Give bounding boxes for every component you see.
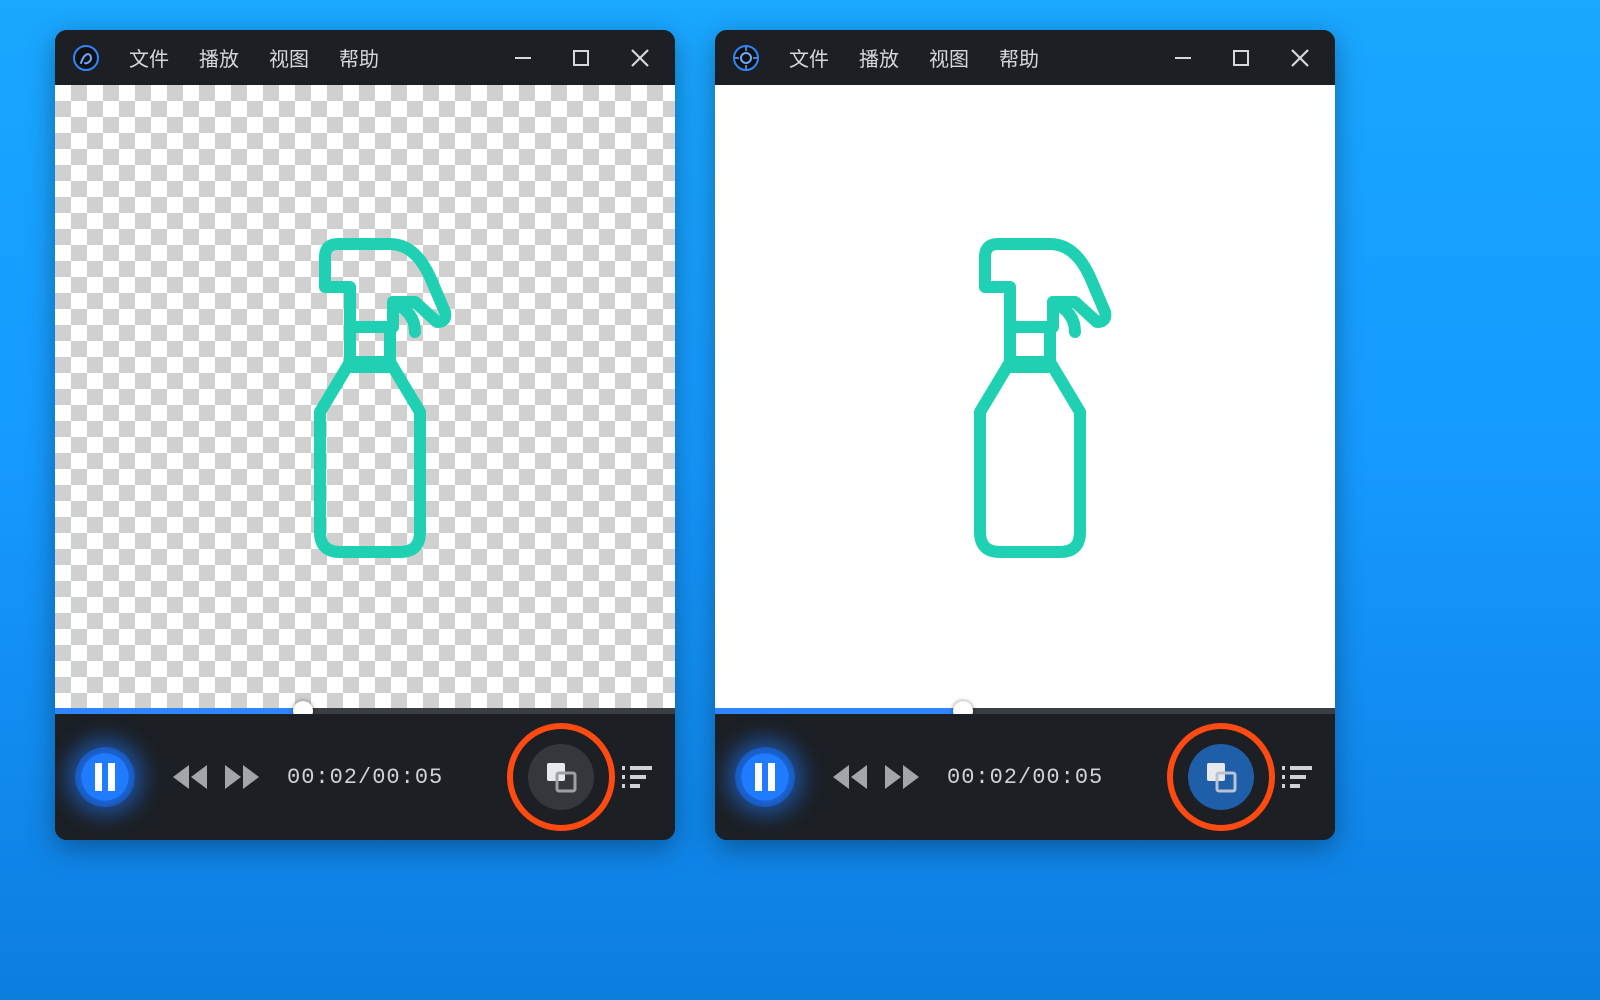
close-button[interactable] <box>1289 47 1311 69</box>
control-bar: 00:02/00:05 <box>55 714 675 840</box>
app-icon <box>733 45 759 71</box>
preview-canvas[interactable] <box>55 85 675 708</box>
close-button[interactable] <box>629 47 651 69</box>
player-window-left: 文件 播放 视图 帮助 <box>55 30 675 840</box>
menu-play[interactable]: 播放 <box>859 43 899 72</box>
maximize-button[interactable] <box>571 48 591 68</box>
menu-bar: 文件 播放 视图 帮助 <box>129 43 379 72</box>
right-controls <box>507 723 665 831</box>
preview-canvas[interactable] <box>715 85 1335 708</box>
forward-button[interactable] <box>885 765 919 789</box>
player-window-right: 文件 播放 视图 帮助 <box>715 30 1335 840</box>
playlist-button[interactable] <box>609 749 665 805</box>
rewind-button[interactable] <box>833 765 867 789</box>
spray-bottle-icon <box>925 232 1125 562</box>
menu-file[interactable]: 文件 <box>129 43 169 72</box>
menu-view[interactable]: 视图 <box>929 43 969 72</box>
minimize-button[interactable] <box>1173 48 1193 68</box>
seek-controls <box>833 765 919 789</box>
titlebar: 文件 播放 视图 帮助 <box>55 30 675 85</box>
highlight-ring-icon <box>507 723 615 831</box>
seek-controls <box>173 765 259 789</box>
menu-play[interactable]: 播放 <box>199 43 239 72</box>
compare-background-button[interactable] <box>1188 744 1254 810</box>
menu-help[interactable]: 帮助 <box>339 43 379 72</box>
time-sep: / <box>1018 765 1032 790</box>
rewind-button[interactable] <box>173 765 207 789</box>
time-sep: / <box>358 765 372 790</box>
pause-button[interactable] <box>75 747 135 807</box>
window-controls <box>1173 47 1321 69</box>
time-current: 00:02 <box>947 765 1018 790</box>
titlebar: 文件 播放 视图 帮助 <box>715 30 1335 85</box>
menu-file[interactable]: 文件 <box>789 43 829 72</box>
window-controls <box>513 47 661 69</box>
maximize-button[interactable] <box>1231 48 1251 68</box>
spray-bottle-icon <box>265 232 465 562</box>
compare-background-button[interactable] <box>528 744 594 810</box>
time-total: 00:05 <box>372 765 443 790</box>
time-total: 00:05 <box>1032 765 1103 790</box>
time-display: 00:02/00:05 <box>287 765 443 790</box>
pause-button[interactable] <box>735 747 795 807</box>
minimize-button[interactable] <box>513 48 533 68</box>
menu-view[interactable]: 视图 <box>269 43 309 72</box>
app-icon <box>73 45 99 71</box>
time-display: 00:02/00:05 <box>947 765 1103 790</box>
playlist-button[interactable] <box>1269 749 1325 805</box>
forward-button[interactable] <box>225 765 259 789</box>
menu-bar: 文件 播放 视图 帮助 <box>789 43 1039 72</box>
highlight-ring-icon <box>1167 723 1275 831</box>
menu-help[interactable]: 帮助 <box>999 43 1039 72</box>
right-controls <box>1167 723 1325 831</box>
time-current: 00:02 <box>287 765 358 790</box>
control-bar: 00:02/00:05 <box>715 714 1335 840</box>
